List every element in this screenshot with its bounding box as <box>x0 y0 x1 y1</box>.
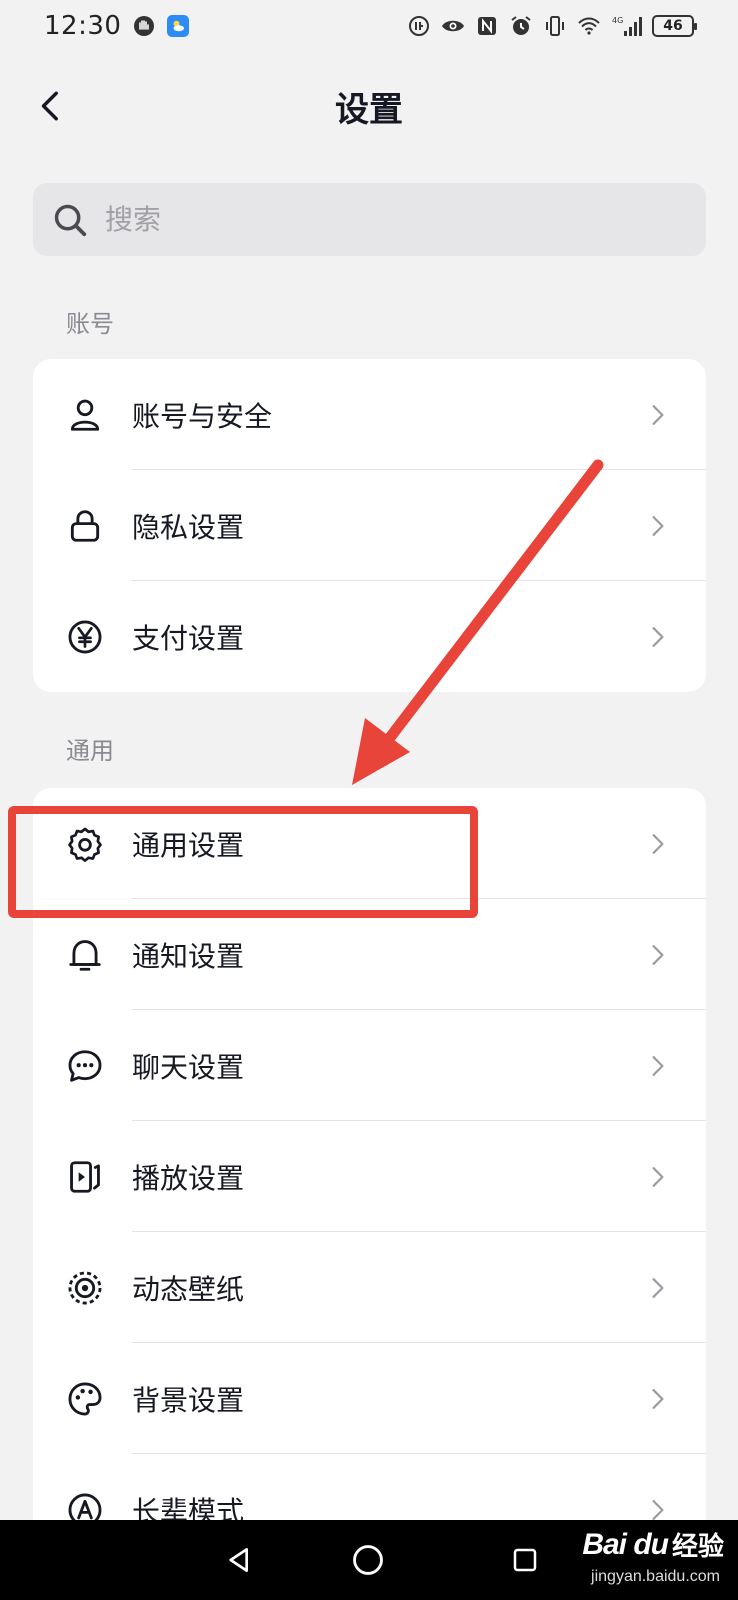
chevron-right-icon <box>646 1052 670 1080</box>
search-bar[interactable] <box>33 183 706 256</box>
settings-item-live-wallpaper[interactable]: 动态壁纸 <box>33 1232 706 1343</box>
section-label-account: 账号 <box>66 310 114 338</box>
wallpaper-icon <box>65 1268 105 1308</box>
settings-item-account-security[interactable]: 账号与安全 <box>33 359 706 470</box>
user-icon <box>65 395 105 435</box>
search-icon <box>54 204 87 236</box>
elder-mode-icon <box>65 1490 105 1520</box>
account-card: 账号与安全 隐私设置 支付设置 <box>33 359 706 692</box>
status-left: 12:30 <box>44 11 190 41</box>
weather-icon <box>167 15 190 37</box>
chevron-right-icon <box>646 830 670 858</box>
settings-item-playback[interactable]: 播放设置 <box>33 1121 706 1232</box>
status-bar: 12:30 4G 46 <box>0 0 738 52</box>
nav-bar: 设置 <box>0 64 738 148</box>
triangle-back-icon <box>229 1548 248 1572</box>
hand-icon <box>131 13 157 39</box>
status-right: 4G 46 <box>406 13 697 39</box>
data-saver-icon <box>406 13 432 39</box>
settings-item-label: 通用设置 <box>132 828 245 862</box>
battery-indicator: 46 <box>652 15 697 37</box>
section-label-general: 通用 <box>66 737 114 765</box>
square-recents-icon <box>513 1548 537 1572</box>
chevron-right-icon <box>646 1163 670 1191</box>
settings-item-background[interactable]: 背景设置 <box>33 1343 706 1454</box>
settings-item-label: 背景设置 <box>132 1383 245 1417</box>
bell-icon <box>65 935 105 975</box>
home-circle-icon <box>353 1545 383 1575</box>
chevron-right-icon <box>646 1274 670 1302</box>
play-icon <box>65 1157 105 1197</box>
back-arrow-icon <box>41 91 58 121</box>
baidu-watermark: Bai du 经验 <box>582 1526 724 1563</box>
settings-item-privacy[interactable]: 隐私设置 <box>33 470 706 581</box>
search-input[interactable] <box>105 203 665 236</box>
yen-icon <box>65 617 105 657</box>
home-nav-button[interactable] <box>348 1540 388 1580</box>
chevron-right-icon <box>646 401 670 429</box>
lock-icon <box>65 506 105 546</box>
settings-item-label: 长辈模式 <box>132 1494 245 1521</box>
settings-item-payment[interactable]: 支付设置 <box>33 581 706 692</box>
eye-icon <box>440 13 466 39</box>
settings-item-label: 隐私设置 <box>132 510 245 544</box>
chevron-right-icon <box>646 1496 670 1520</box>
chevron-right-icon <box>646 623 670 651</box>
settings-item-label: 支付设置 <box>132 621 245 655</box>
palette-icon <box>65 1379 105 1419</box>
settings-item-general[interactable]: 通用设置 <box>33 788 706 899</box>
watermark-url: jingyan.baidu.com <box>591 1568 720 1585</box>
alarm-icon <box>508 13 534 39</box>
signal-icon: 4G <box>610 13 644 39</box>
settings-item-label: 通知设置 <box>132 939 245 973</box>
wifi-icon <box>576 13 602 39</box>
network-type: 4G <box>612 16 623 25</box>
general-card: 通用设置 通知设置 聊天设置 播放设置 动态壁纸 背景设置 长辈模式 <box>33 788 706 1520</box>
recents-nav-button[interactable] <box>505 1540 545 1580</box>
gear-icon <box>65 824 105 864</box>
chevron-right-icon <box>646 941 670 969</box>
vibrate-icon <box>542 13 568 39</box>
settings-item-label: 聊天设置 <box>132 1050 245 1084</box>
nfc-icon <box>474 13 500 39</box>
back-nav-button[interactable] <box>220 1540 260 1580</box>
settings-item-elder-mode[interactable]: 长辈模式 <box>33 1454 706 1520</box>
settings-item-label: 动态壁纸 <box>132 1272 245 1306</box>
back-button[interactable] <box>26 80 78 132</box>
watermark-text: 经验 <box>671 1531 724 1561</box>
page-title: 设置 <box>335 89 403 130</box>
chat-icon <box>65 1046 105 1086</box>
settings-item-chat[interactable]: 聊天设置 <box>33 1010 706 1121</box>
status-time: 12:30 <box>44 11 122 41</box>
settings-item-label: 账号与安全 <box>132 399 273 433</box>
settings-item-label: 播放设置 <box>132 1161 245 1195</box>
watermark-logo: Bai du <box>582 1527 669 1561</box>
chevron-right-icon <box>646 1385 670 1413</box>
chevron-right-icon <box>646 512 670 540</box>
settings-item-notifications[interactable]: 通知设置 <box>33 899 706 1010</box>
